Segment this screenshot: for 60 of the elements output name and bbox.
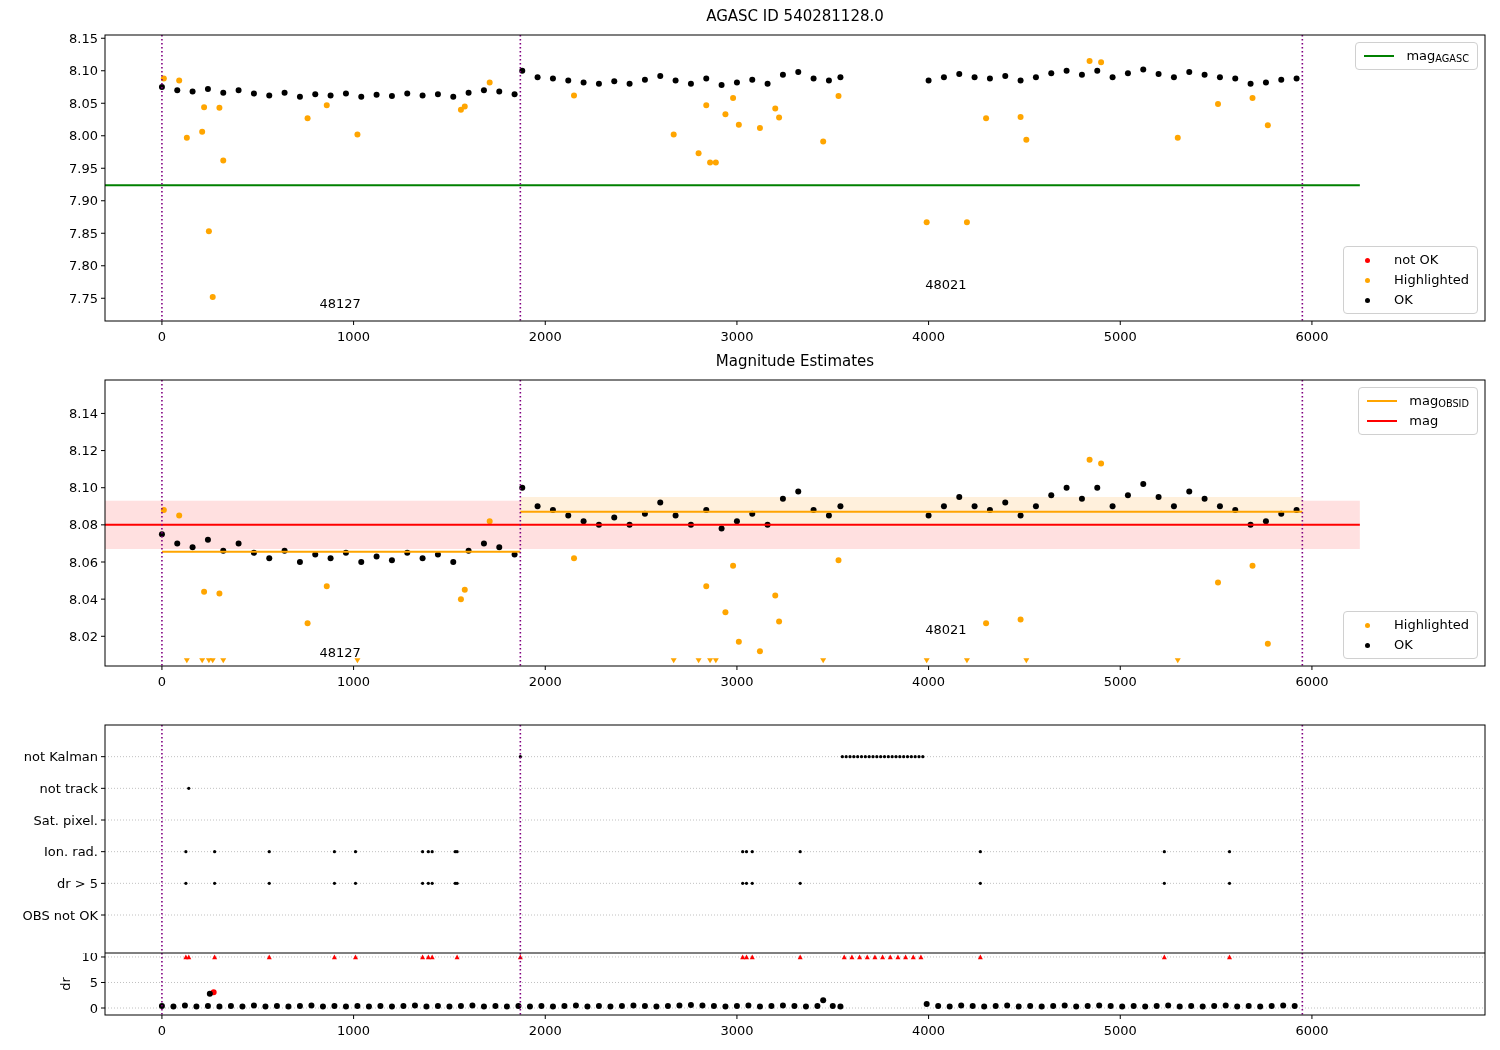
obsid-label: 48127 xyxy=(319,644,361,660)
tick-label: 5000 xyxy=(1103,329,1137,344)
tick-label: 6000 xyxy=(1295,674,1329,689)
tick-label: 0 xyxy=(157,674,167,689)
tick-label: 8.10 xyxy=(69,480,98,496)
legend-label: not OK xyxy=(1394,251,1439,269)
flag-label: Ion. rad. xyxy=(44,844,98,860)
tick-label: 0 xyxy=(157,329,167,344)
flag-label: not track xyxy=(39,780,98,796)
legend-label: mag xyxy=(1409,412,1439,430)
tick-label: 8.15 xyxy=(69,30,98,46)
tick-label: 2000 xyxy=(528,1023,562,1038)
tick-label: 0 xyxy=(157,1023,167,1038)
legend-label: OK xyxy=(1394,291,1413,309)
tick-label: 8.06 xyxy=(69,554,98,570)
obsid-label: 48127 xyxy=(319,296,361,311)
tick-label: 1000 xyxy=(337,1023,371,1038)
flag-label: dr > 5 xyxy=(56,875,98,891)
tick-label: 3000 xyxy=(720,329,754,344)
tick-label: 8.08 xyxy=(69,517,98,533)
legend-label: mag$_{OBSID}$ xyxy=(1409,392,1469,410)
chart-title: AGASC ID 540281128.0 xyxy=(706,7,884,25)
legend-label: mag$_{AGASC}$ xyxy=(1406,47,1469,65)
tick-label: 8.12 xyxy=(69,443,98,459)
tick-label: 3000 xyxy=(720,1023,754,1038)
tick-label: 5 xyxy=(89,975,98,990)
tick-label: 7.80 xyxy=(69,258,98,274)
tick-label: 0 xyxy=(89,1000,98,1016)
tick-label: 8.05 xyxy=(69,95,98,111)
obsid-label: 48021 xyxy=(925,276,967,292)
legend-label: Highlighted xyxy=(1394,616,1469,634)
tick-label: 7.85 xyxy=(69,225,98,241)
tick-label: 7.95 xyxy=(69,160,98,176)
tick-label: 5000 xyxy=(1103,1023,1137,1038)
tick-label: 2000 xyxy=(528,674,562,689)
tick-label: 8.14 xyxy=(69,405,98,421)
legend-label: Highlighted xyxy=(1394,271,1469,289)
legend-label: OK xyxy=(1394,636,1413,654)
tick-label: 7.75 xyxy=(69,290,98,306)
obsid-label: 48021 xyxy=(925,622,967,638)
tick-label: 8.02 xyxy=(69,628,98,644)
flag-label: not Kalman xyxy=(23,749,98,765)
tick-label: 4000 xyxy=(912,329,946,344)
tick-label: 7.90 xyxy=(69,193,98,209)
tick-label: 6000 xyxy=(1295,1023,1329,1038)
tick-label: 1000 xyxy=(337,329,371,344)
flag-label: OBS not OK xyxy=(22,907,98,923)
tick-label: 8.10 xyxy=(69,63,98,79)
tick-label: 4000 xyxy=(912,674,946,689)
axis-label: dr xyxy=(58,977,73,991)
tick-label: 8.04 xyxy=(69,591,98,607)
flag-label: Sat. pixel. xyxy=(33,812,98,828)
tick-label: 3000 xyxy=(720,674,754,689)
tick-label: 2000 xyxy=(528,329,562,344)
tick-label: 8.00 xyxy=(69,128,98,144)
tick-label: 4000 xyxy=(912,1023,946,1038)
tick-label: 5000 xyxy=(1103,674,1137,689)
tick-label: 6000 xyxy=(1295,329,1329,344)
tick-label: 1000 xyxy=(337,674,371,689)
chart-title: Magnitude Estimates xyxy=(715,352,875,370)
